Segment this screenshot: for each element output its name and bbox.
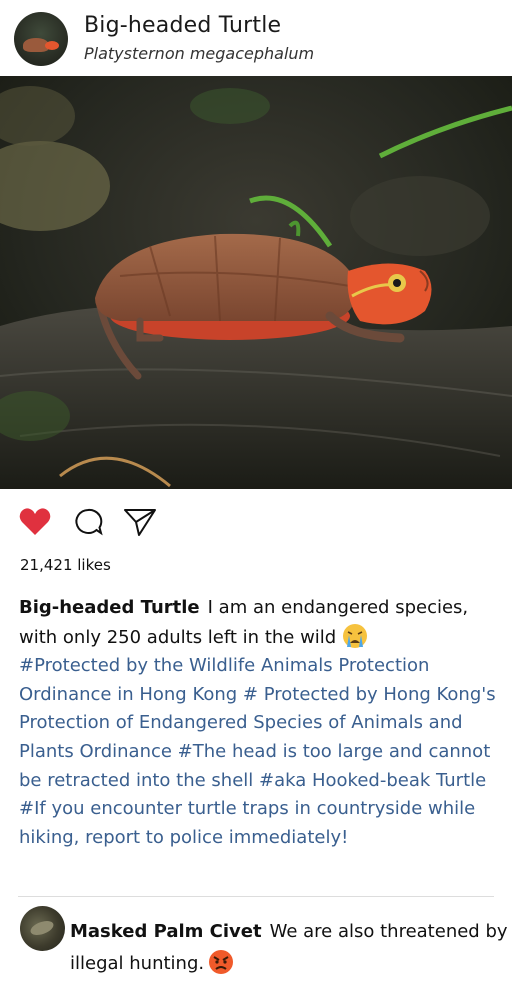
commenter-avatar[interactable] (20, 906, 65, 951)
post-caption: Big-headed Turtle I am an endangered spec… (19, 594, 499, 852)
avatar-civet-shape (28, 918, 56, 938)
commenter-username[interactable]: Masked Palm Civet (70, 921, 262, 942)
comment-bubble-icon[interactable] (72, 505, 106, 539)
turtle-photo (0, 76, 512, 489)
comment-row: Masked Palm Civet We are also threatened … (0, 897, 512, 1000)
heart-icon[interactable] (18, 505, 52, 539)
profile-avatar[interactable] (14, 12, 68, 66)
angry-face-icon (208, 949, 234, 975)
caption-username[interactable]: Big-headed Turtle (19, 597, 200, 618)
account-name[interactable]: Big-headed Turtle (84, 13, 281, 38)
comment-body: Masked Palm Civet We are also threatened … (70, 916, 510, 980)
post-header: Big-headed Turtle Platysternon megacepha… (0, 0, 512, 76)
crying-face-icon (342, 623, 368, 649)
action-bar (0, 489, 512, 551)
post-photo[interactable] (0, 76, 512, 489)
avatar-turtle-head (45, 41, 59, 50)
caption-hashtags[interactable]: #Protected by the Wildlife Animals Prote… (19, 652, 499, 852)
account-subtitle: Platysternon megacephalum (84, 44, 315, 63)
send-icon[interactable] (122, 505, 156, 539)
like-count[interactable]: 21,421 likes (20, 556, 111, 574)
